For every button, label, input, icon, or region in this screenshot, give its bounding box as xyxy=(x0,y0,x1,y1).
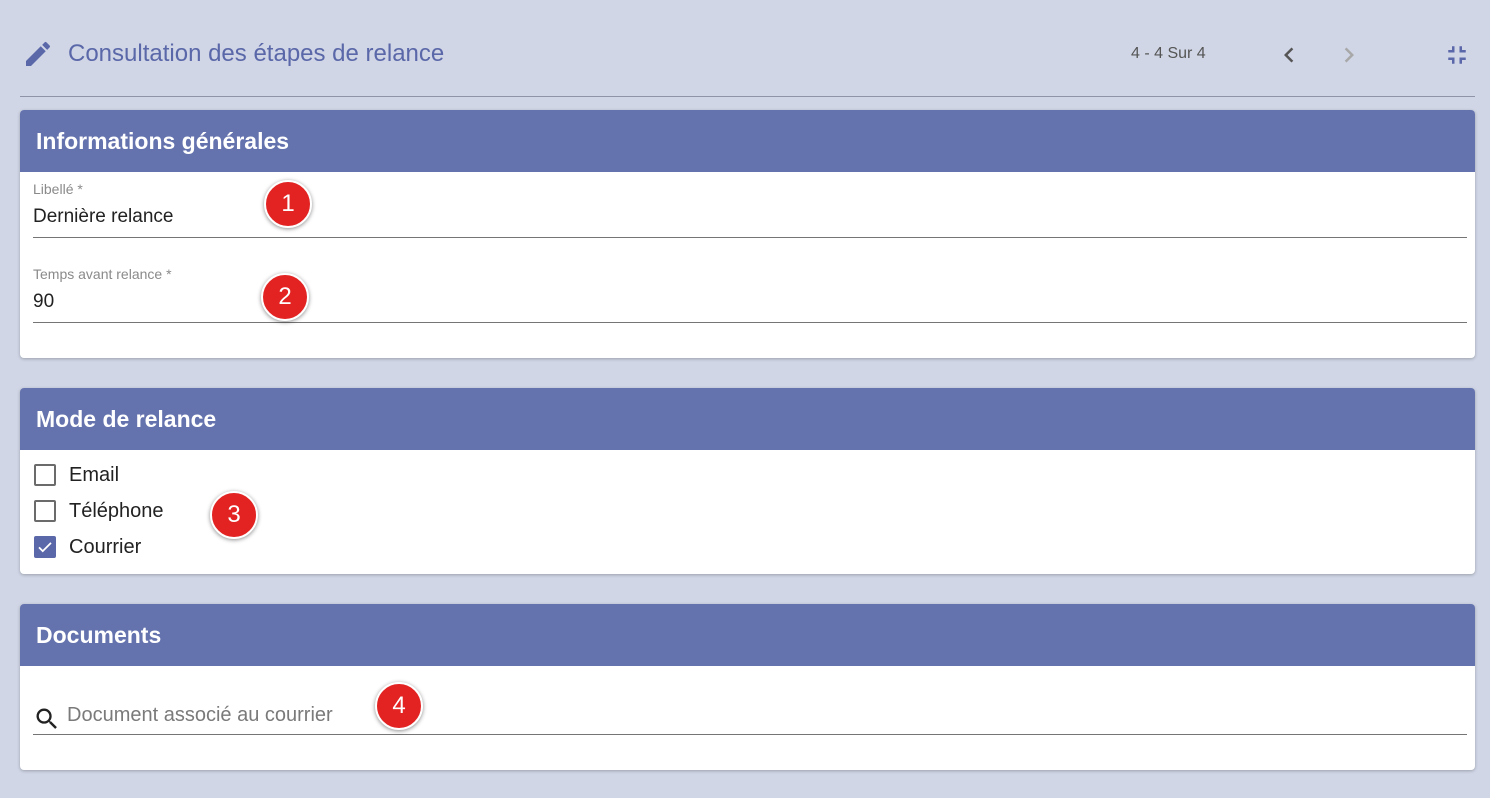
chevron-right-icon xyxy=(1344,47,1354,63)
annotation-badge-3: 3 xyxy=(210,491,258,539)
checkbox-courrier[interactable]: Courrier xyxy=(34,534,141,560)
checkbox-box-telephone[interactable] xyxy=(34,500,56,522)
top-bar: Consultation des étapes de relance 4 - 4… xyxy=(0,0,1490,96)
temps-avant-relance-value[interactable]: 90 xyxy=(33,289,1467,315)
documents-card: Documents 4 xyxy=(20,604,1475,770)
temps-avant-relance-label: Temps avant relance * xyxy=(33,266,172,282)
annotation-badge-2: 2 xyxy=(261,273,309,321)
checkbox-box-email[interactable] xyxy=(34,464,56,486)
general-info-header: Informations générales xyxy=(20,110,1475,172)
libelle-value[interactable]: Dernière relance xyxy=(33,204,1467,230)
mode-relance-header: Mode de relance xyxy=(20,388,1475,450)
document-search-input[interactable] xyxy=(65,702,1449,728)
checkmark-icon xyxy=(38,542,52,553)
mode-relance-body: Email Téléphone Courrier 3 xyxy=(20,450,1475,574)
checkbox-box-courrier[interactable] xyxy=(34,536,56,558)
pencil-icon xyxy=(22,38,54,70)
chevron-left-icon xyxy=(1284,47,1294,63)
annotation-badge-1: 1 xyxy=(264,180,312,228)
annotation-badge-4: 4 xyxy=(375,682,423,730)
checkbox-email[interactable]: Email xyxy=(34,462,119,488)
documents-body: 4 xyxy=(20,666,1475,770)
checkbox-label-email: Email xyxy=(69,463,120,486)
libelle-label: Libellé * xyxy=(33,181,83,197)
checkbox-label-courrier: Courrier xyxy=(69,535,142,558)
fullscreen-exit-icon xyxy=(1448,46,1466,64)
search-icon xyxy=(33,705,61,733)
pager-count: 4 - 4 Sur 4 xyxy=(1131,45,1206,62)
general-info-card: Informations générales Libellé * Dernièr… xyxy=(20,110,1475,358)
libelle-field[interactable]: Libellé * Dernière relance xyxy=(33,180,1467,238)
header-divider xyxy=(20,96,1475,97)
previous-button[interactable] xyxy=(1274,40,1304,70)
mode-relance-card: Mode de relance Email Téléphone Courrier… xyxy=(20,388,1475,574)
temps-avant-relance-field[interactable]: Temps avant relance * 90 xyxy=(33,265,1467,323)
checkbox-label-telephone: Téléphone xyxy=(69,499,164,522)
checkbox-telephone[interactable]: Téléphone xyxy=(34,498,164,524)
page-title: Consultation des étapes de relance xyxy=(68,40,445,67)
collapse-button[interactable] xyxy=(1442,40,1472,70)
next-button[interactable] xyxy=(1334,40,1364,70)
documents-header: Documents xyxy=(20,604,1475,666)
document-search-field[interactable] xyxy=(33,696,1467,735)
general-info-body: Libellé * Dernière relance 1 Temps avant… xyxy=(20,172,1475,358)
